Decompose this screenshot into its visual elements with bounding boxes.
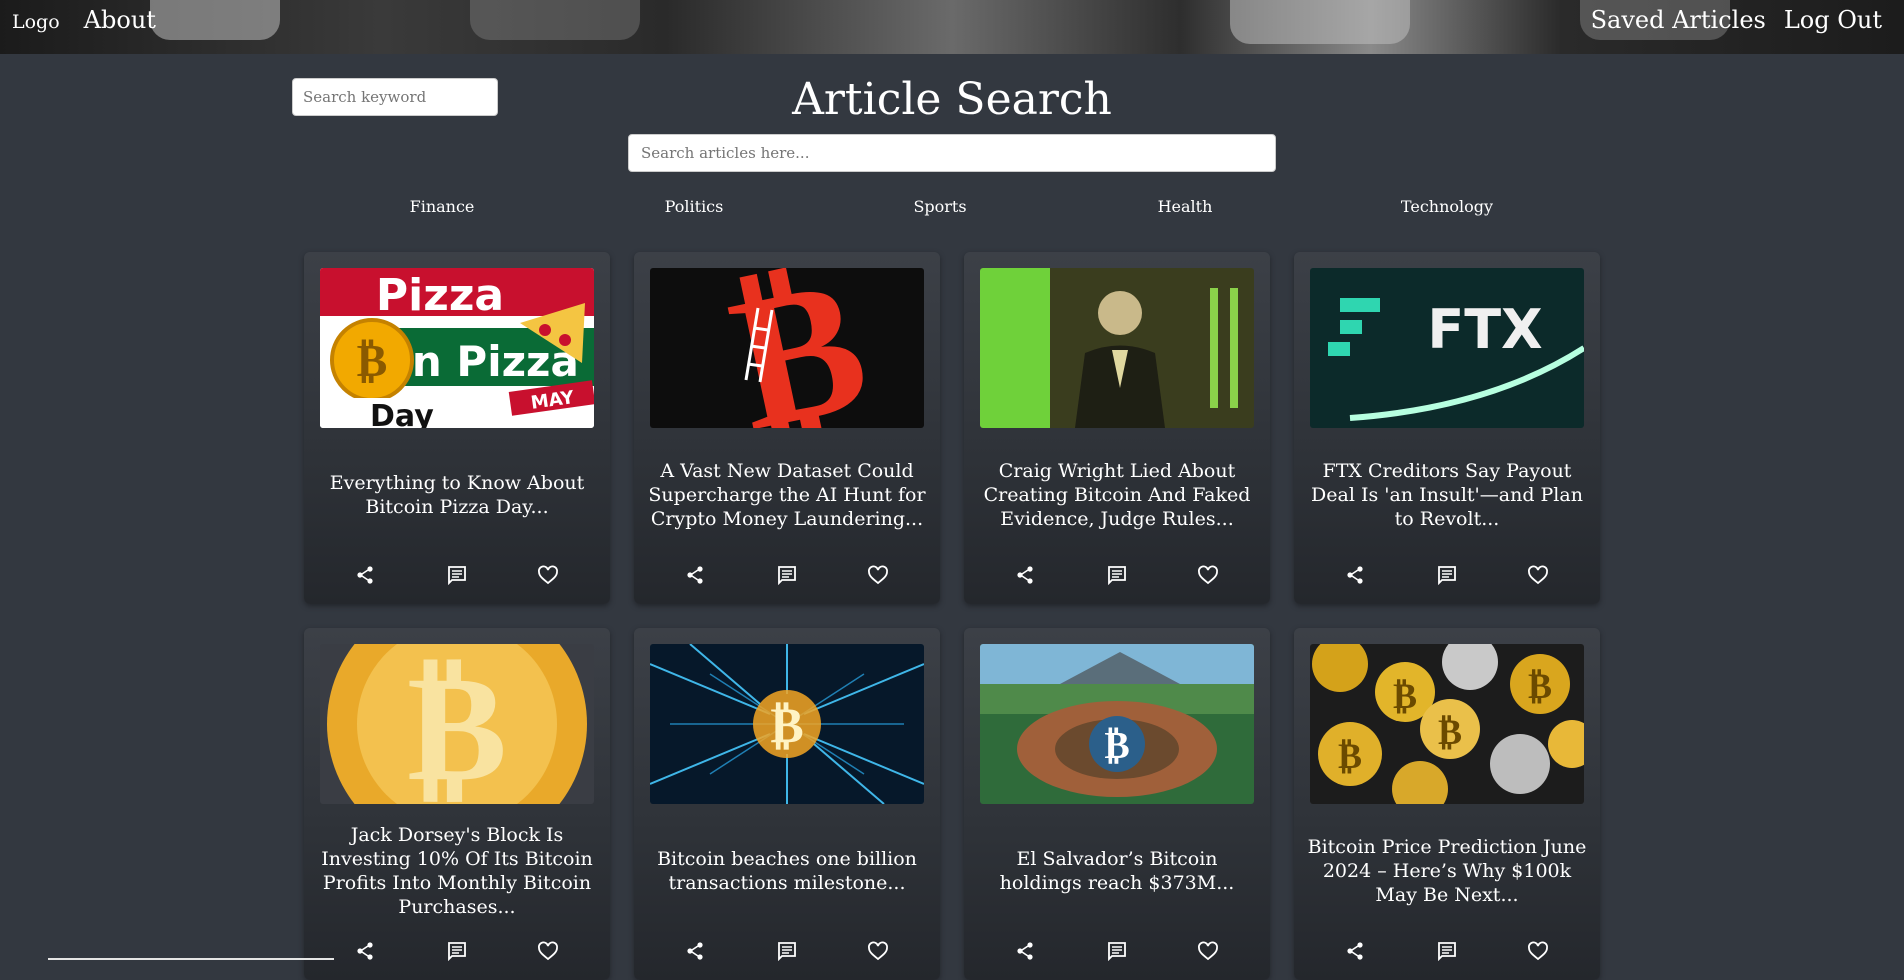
article-card[interactable]: Pizza Bitcoin Pizza Day ₿ Day MAY Everyt…: [304, 252, 610, 604]
share-icon[interactable]: [1340, 936, 1370, 966]
share-icon[interactable]: [680, 936, 710, 966]
article-image[interactable]: ₿: [980, 644, 1254, 804]
heart-icon[interactable]: [1193, 936, 1223, 966]
article-title[interactable]: Bitcoin beaches one billion transactions…: [646, 806, 928, 936]
header-background-key: [470, 0, 640, 40]
article-actions: [1294, 936, 1600, 966]
share-icon[interactable]: [680, 560, 710, 590]
svg-text:₿: ₿: [1338, 736, 1362, 777]
comment-icon[interactable]: [1102, 560, 1132, 590]
category-sports[interactable]: Sports: [913, 197, 966, 216]
page-title: Article Search: [792, 74, 1112, 125]
article-image[interactable]: ₿: [650, 268, 924, 428]
article-image[interactable]: [980, 268, 1254, 428]
share-icon[interactable]: [350, 560, 380, 590]
svg-text:₿: ₿: [357, 333, 388, 387]
article-image[interactable]: FTX: [1310, 268, 1584, 428]
article-title[interactable]: FTX Creditors Say Payout Deal Is 'an Ins…: [1306, 430, 1588, 560]
article-title[interactable]: Jack Dorsey's Block Is Investing 10% Of …: [316, 806, 598, 936]
svg-text:₿: ₿: [407, 644, 507, 804]
article-actions: [634, 936, 940, 966]
article-card[interactable]: ₿ El Salvador’s Bitcoin holdings reach $…: [964, 628, 1270, 980]
share-icon[interactable]: [350, 936, 380, 966]
top-navigation-bar: Logo About Saved Articles Log Out: [0, 0, 1904, 54]
article-image[interactable]: ₿: [650, 644, 924, 804]
article-search-input[interactable]: [628, 134, 1276, 172]
svg-text:₿: ₿: [1438, 712, 1462, 753]
article-title[interactable]: El Salvador’s Bitcoin holdings reach $37…: [976, 806, 1258, 936]
article-card[interactable]: ₿ ₿ ₿ ₿ Bitcoin Price Prediction June 20…: [1294, 628, 1600, 980]
article-card[interactable]: ₿ A Vast New Dataset Could Supercharge t…: [634, 252, 940, 604]
article-title[interactable]: Bitcoin Price Prediction June 2024 – Her…: [1306, 806, 1588, 936]
article-actions: [964, 560, 1270, 590]
article-image[interactable]: Pizza Bitcoin Pizza Day ₿ Day MAY: [320, 268, 594, 428]
article-actions: [304, 560, 610, 590]
comment-icon[interactable]: [1102, 936, 1132, 966]
heart-icon[interactable]: [1523, 936, 1553, 966]
heart-icon[interactable]: [863, 560, 893, 590]
article-card[interactable]: ₿ Bitcoin beaches one billion transactio…: [634, 628, 940, 980]
article-actions: [1294, 560, 1600, 590]
nav-logout-link[interactable]: Log Out: [1784, 6, 1882, 34]
article-card[interactable]: FTX FTX Creditors Say Payout Deal Is 'an…: [1294, 252, 1600, 604]
article-card[interactable]: ₿ Jack Dorsey's Block Is Investing 10% O…: [304, 628, 610, 980]
heart-icon[interactable]: [533, 936, 563, 966]
svg-text:Day: Day: [370, 399, 434, 428]
nav-saved-articles-link[interactable]: Saved Articles: [1591, 6, 1766, 34]
article-title[interactable]: Craig Wright Lied About Creating Bitcoin…: [976, 430, 1258, 560]
svg-text:₿: ₿: [1104, 723, 1129, 767]
comment-icon[interactable]: [442, 560, 472, 590]
heart-icon[interactable]: [863, 936, 893, 966]
category-technology[interactable]: Technology: [1401, 197, 1493, 216]
article-card[interactable]: Craig Wright Lied About Creating Bitcoin…: [964, 252, 1270, 604]
header-background-key: [1230, 0, 1410, 44]
category-politics[interactable]: Politics: [665, 197, 724, 216]
comment-icon[interactable]: [772, 936, 802, 966]
comment-icon[interactable]: [442, 936, 472, 966]
category-health[interactable]: Health: [1158, 197, 1213, 216]
heart-icon[interactable]: [1193, 560, 1223, 590]
category-finance[interactable]: Finance: [410, 197, 475, 216]
svg-text:₿: ₿: [1528, 666, 1552, 707]
nav-about-link[interactable]: About: [84, 6, 156, 34]
svg-text:₿: ₿: [1393, 676, 1417, 717]
comment-icon[interactable]: [1432, 936, 1462, 966]
heart-icon[interactable]: [1523, 560, 1553, 590]
svg-text:Pizza: Pizza: [376, 270, 504, 321]
article-actions: [304, 936, 610, 966]
article-title[interactable]: A Vast New Dataset Could Supercharge the…: [646, 430, 928, 560]
header-background-key: [150, 0, 280, 40]
comment-icon[interactable]: [1432, 560, 1462, 590]
heart-icon[interactable]: [533, 560, 563, 590]
article-image-caption: FTX: [1427, 298, 1542, 361]
article-image[interactable]: ₿ ₿ ₿ ₿: [1310, 644, 1584, 804]
article-title[interactable]: Everything to Know About Bitcoin Pizza D…: [316, 430, 598, 560]
share-icon[interactable]: [1010, 560, 1040, 590]
logo[interactable]: Logo: [12, 11, 60, 33]
article-image[interactable]: ₿: [320, 644, 594, 804]
svg-text:₿: ₿: [770, 696, 803, 754]
article-actions: [634, 560, 940, 590]
category-tabs: Finance Politics Sports Health Technolog…: [0, 197, 1904, 221]
article-actions: [964, 936, 1270, 966]
comment-icon[interactable]: [772, 560, 802, 590]
share-icon[interactable]: [1340, 560, 1370, 590]
share-icon[interactable]: [1010, 936, 1040, 966]
